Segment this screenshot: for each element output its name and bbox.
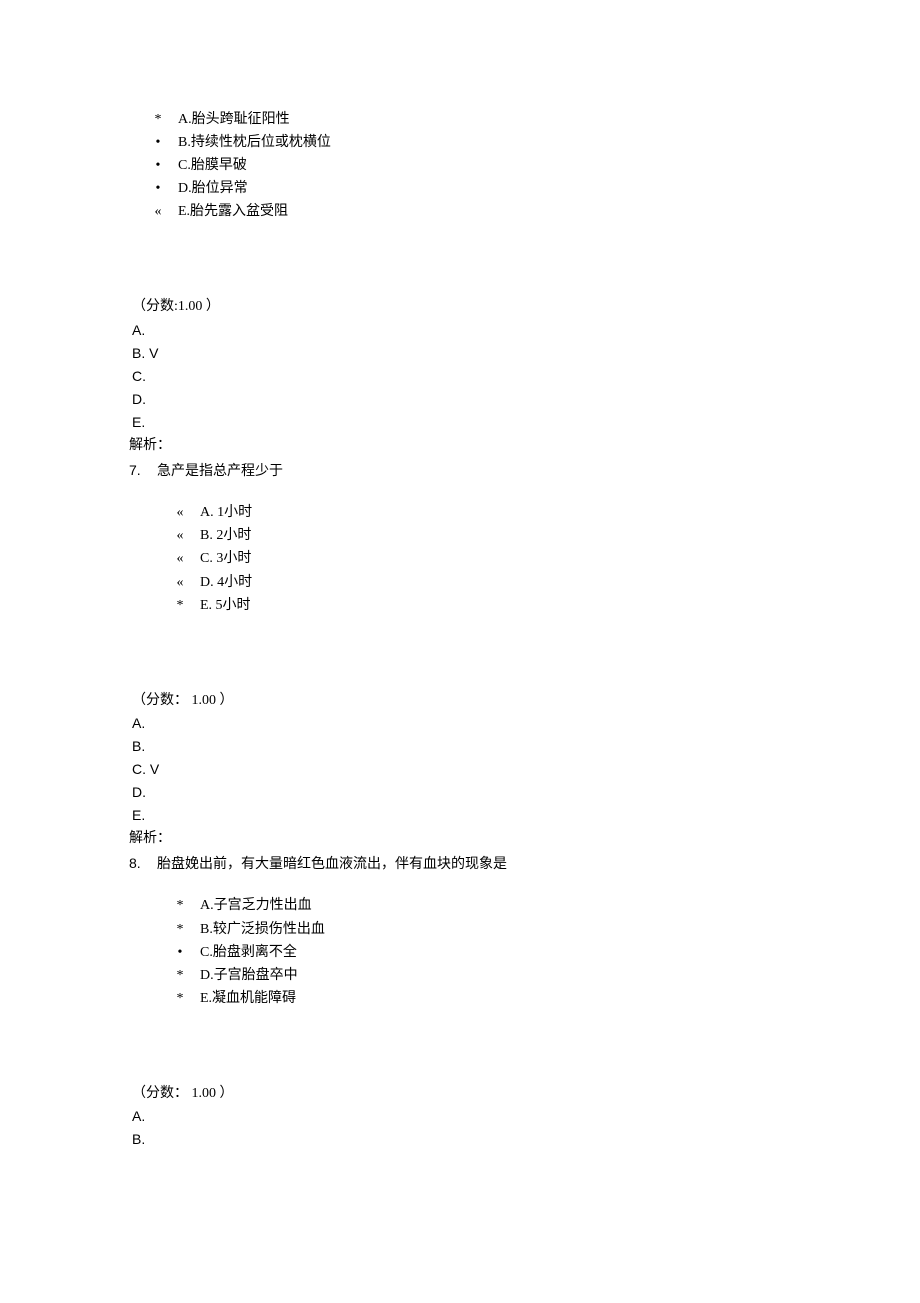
q7-option-a: « A. 1小时: [176, 501, 920, 524]
option-text: D.子宫胎盘卒中: [200, 964, 298, 987]
option-text: C. 3小时: [200, 547, 251, 570]
answer-a: A.: [132, 319, 920, 342]
q8-option-d: * D.子宫胎盘卒中: [176, 964, 920, 987]
q6-explain: 解析：: [129, 434, 920, 457]
option-text: E.凝血机能障碍: [200, 987, 296, 1010]
answer-b: B. V: [132, 342, 920, 365]
q8-option-a: * A.子宫乏力性出血: [176, 894, 920, 917]
answer-c: C. V: [132, 758, 920, 781]
option-text: E. 5小时: [200, 594, 251, 617]
bullet: *: [176, 964, 184, 987]
q6-option-e: « E.胎先露入盆受阻: [154, 200, 920, 223]
answer-b: B.: [132, 735, 920, 758]
q7-option-b: « B. 2小时: [176, 524, 920, 547]
bullet: *: [176, 894, 184, 917]
answer-b: B.: [132, 1128, 920, 1151]
option-text: B.较广泛损伤性出血: [200, 918, 325, 941]
option-text: B. 2小时: [200, 524, 251, 547]
answer-a: A.: [132, 712, 920, 735]
q7-options: « A. 1小时 « B. 2小时 « C. 3小时 « D. 4小时 * E.…: [132, 501, 920, 616]
bullet: «: [154, 200, 162, 223]
q8-line: 8. 胎盘娩出前，有大量暗红色血液流出，伴有血块的现象是: [129, 852, 920, 876]
option-text: B.持续性枕后位或枕横位: [178, 131, 331, 154]
q6-score: （分数:1.00 ）: [132, 295, 920, 318]
q6-answer-letters: A. B. V C. D. E.: [132, 319, 920, 434]
bullet: *: [176, 918, 184, 941]
q7-line: 7. 急产是指总产程少于: [129, 459, 920, 483]
q8-option-c: • C.胎盘剥离不全: [176, 941, 920, 964]
q7-stem: 急产是指总产程少于: [157, 460, 283, 483]
answer-a: A.: [132, 1105, 920, 1128]
option-text: A.子宫乏力性出血: [200, 894, 312, 917]
q7-option-d: « D. 4小时: [176, 571, 920, 594]
q6-options: * A.胎头跨耻征阳性 • B.持续性枕后位或枕横位 • C.胎膜早破 • D.…: [132, 108, 920, 223]
answer-d: D.: [132, 781, 920, 804]
option-text: D.胎位异常: [178, 177, 248, 200]
q7-explain: 解析：: [129, 827, 920, 850]
bullet: •: [176, 941, 184, 964]
bullet: •: [154, 177, 162, 200]
bullet: *: [176, 594, 184, 617]
option-text: A.胎头跨耻征阳性: [178, 108, 290, 131]
bullet: •: [154, 154, 162, 177]
q8-score: （分数： 1.00 ）: [132, 1082, 920, 1105]
bullet: *: [154, 108, 162, 131]
q7-score: （分数： 1.00 ）: [132, 689, 920, 712]
q8-option-b: * B.较广泛损伤性出血: [176, 918, 920, 941]
q6-option-d: • D.胎位异常: [154, 177, 920, 200]
bullet: •: [154, 131, 162, 154]
q8-answer-letters: A. B.: [132, 1105, 920, 1151]
q8-options: * A.子宫乏力性出血 * B.较广泛损伤性出血 • C.胎盘剥离不全 * D.…: [132, 894, 920, 1009]
q6-option-b: • B.持续性枕后位或枕横位: [154, 131, 920, 154]
answer-d: D.: [132, 388, 920, 411]
q6-option-a: * A.胎头跨耻征阳性: [154, 108, 920, 131]
answer-e: E.: [132, 411, 920, 434]
option-text: E.胎先露入盆受阻: [178, 200, 288, 223]
q7-option-e: * E. 5小时: [176, 594, 920, 617]
q8-option-e: * E.凝血机能障碍: [176, 987, 920, 1010]
bullet: «: [176, 524, 184, 547]
bullet: «: [176, 547, 184, 570]
option-text: D. 4小时: [200, 571, 252, 594]
option-text: C.胎盘剥离不全: [200, 941, 297, 964]
option-text: C.胎膜早破: [178, 154, 247, 177]
bullet: «: [176, 571, 184, 594]
q8-stem: 胎盘娩出前，有大量暗红色血液流出，伴有血块的现象是: [157, 853, 507, 876]
bullet: *: [176, 987, 184, 1010]
q6-option-c: • C.胎膜早破: [154, 154, 920, 177]
answer-c: C.: [132, 365, 920, 388]
q7-number: 7.: [129, 459, 157, 482]
q8-number: 8.: [129, 852, 157, 875]
q7-answer-letters: A. B. C. V D. E.: [132, 712, 920, 827]
answer-e: E.: [132, 804, 920, 827]
bullet: «: [176, 501, 184, 524]
q7-option-c: « C. 3小时: [176, 547, 920, 570]
option-text: A. 1小时: [200, 501, 252, 524]
